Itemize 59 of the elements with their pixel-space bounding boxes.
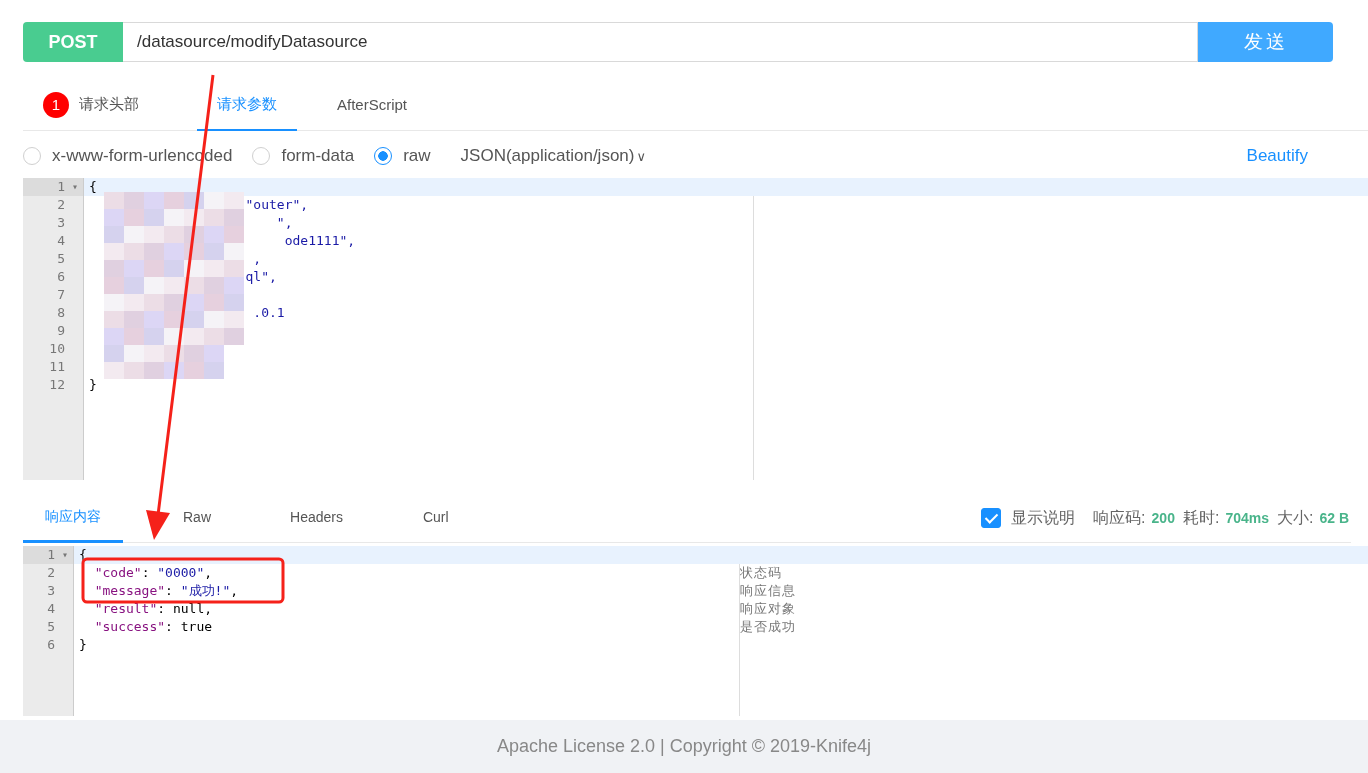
code-line: "success": true: [93, 619, 213, 634]
radio-label: raw: [403, 146, 431, 166]
code-line: }: [79, 637, 87, 652]
line-number: 4: [57, 233, 65, 248]
checkbox-label: 显示说明: [1011, 507, 1076, 528]
code-line: "message": "成功!",: [93, 583, 239, 598]
code-text: .0.1: [252, 305, 285, 320]
radio-label: form-data: [281, 146, 355, 166]
stat-value: 704ms: [1225, 510, 1269, 526]
stat-value: 62 B: [1319, 510, 1349, 526]
stat-label: 大小:: [1276, 507, 1314, 528]
field-description: 状态码: [740, 565, 782, 580]
field-description: 响应对象: [740, 601, 796, 616]
code-text: ode1111",: [283, 233, 356, 248]
code-line: "code": "0000",: [93, 565, 213, 580]
field-description: 是否成功: [740, 619, 796, 634]
tab-label: 请求头部: [79, 95, 139, 114]
stat-label: 耗时:: [1182, 507, 1220, 528]
radio-button[interactable]: [374, 147, 393, 165]
tab[interactable]: Raw: [183, 494, 211, 543]
line-number: 5: [57, 251, 65, 266]
line-number: 6: [57, 269, 65, 284]
line-number: 2: [57, 197, 65, 212]
code-line: "result": null,: [93, 601, 213, 616]
content-type-dropdown[interactable]: JSON(application/json)∨: [460, 146, 646, 166]
tab[interactable]: 1 请求头部: [23, 80, 159, 131]
line-number: 1: [47, 547, 55, 562]
footer-text: Apache License 2.0 | Copyright © 2019-Knife4j: [496, 736, 872, 757]
line-number: 3: [47, 583, 55, 598]
line-number: 2: [47, 565, 55, 580]
tab[interactable]: Curl: [422, 494, 449, 543]
stat-label: 响应码:: [1093, 507, 1146, 528]
code-text: ,: [252, 251, 262, 266]
count-badge: 1: [43, 91, 69, 118]
url-field[interactable]: /datasource/modifyDatasource: [123, 22, 1198, 62]
field-description: 响应信息: [740, 583, 796, 598]
line-number: 12: [49, 377, 65, 392]
line-number: 8: [57, 305, 65, 320]
tab-label: AfterScript: [337, 96, 408, 113]
line-number: 7: [57, 287, 65, 302]
code-text: ",: [275, 215, 293, 230]
line-number: 9: [57, 323, 65, 338]
line-number: 6: [47, 637, 55, 652]
tab[interactable]: Headers: [290, 494, 343, 543]
stat-value: 200: [1151, 510, 1175, 526]
code-text: }: [89, 377, 97, 392]
tab[interactable]: AfterScript: [317, 80, 428, 131]
line-number: 3: [57, 215, 65, 230]
line-number: 1: [57, 179, 65, 194]
code-text: "outer",: [244, 197, 309, 212]
method-badge: POST: [23, 22, 123, 62]
line-number: 11: [49, 359, 65, 374]
line-number: 10: [49, 341, 65, 356]
line-number: 5: [47, 619, 55, 634]
code-text: ql",: [244, 269, 277, 284]
line-number: 4: [47, 601, 55, 616]
checkbox[interactable]: [981, 508, 1002, 528]
tab-label: 请求参数: [217, 95, 277, 114]
code-text: {: [89, 179, 97, 194]
